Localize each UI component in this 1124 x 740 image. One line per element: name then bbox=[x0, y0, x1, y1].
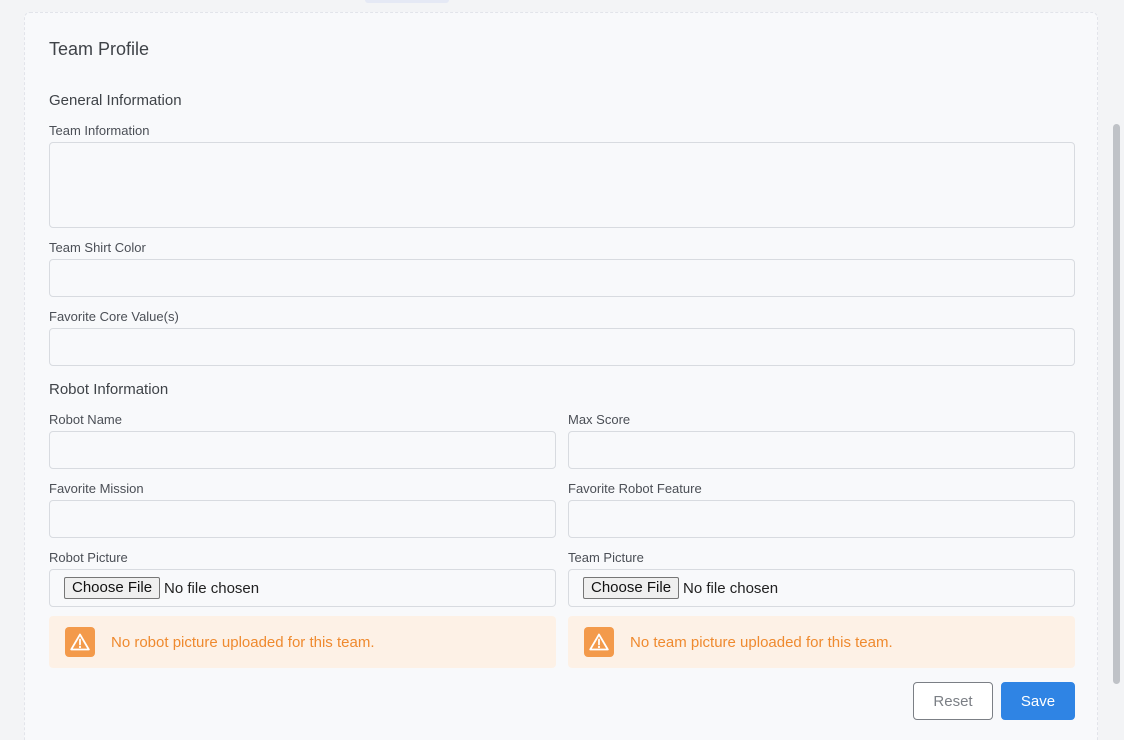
robot-name-label: Robot Name bbox=[49, 412, 122, 427]
warning-triangle-icon bbox=[65, 627, 95, 657]
favorite-robot-feature-input[interactable] bbox=[568, 500, 1075, 538]
favorite-mission-label: Favorite Mission bbox=[49, 481, 144, 496]
team-picture-file-input[interactable]: Choose File No file chosen bbox=[568, 569, 1075, 607]
top-tab-indicator bbox=[365, 0, 449, 3]
save-button[interactable]: Save bbox=[1001, 682, 1075, 720]
robot-picture-choose-file-button[interactable]: Choose File bbox=[64, 577, 161, 599]
page: Team Profile General Information Team In… bbox=[0, 0, 1124, 740]
team-picture-warning: No team picture uploaded for this team. bbox=[568, 616, 1075, 668]
team-picture-file-status: No file chosen bbox=[683, 579, 779, 597]
favorite-core-values-label: Favorite Core Value(s) bbox=[49, 309, 179, 324]
warning-triangle-icon bbox=[584, 627, 614, 657]
robot-picture-file-input[interactable]: Choose File No file chosen bbox=[49, 569, 556, 607]
robot-picture-label: Robot Picture bbox=[49, 550, 128, 565]
robot-picture-warning-text: No robot picture uploaded for this team. bbox=[111, 633, 375, 651]
team-picture-warning-text: No team picture uploaded for this team. bbox=[630, 633, 893, 651]
scrollbar[interactable] bbox=[1109, 0, 1124, 740]
team-picture-label: Team Picture bbox=[568, 550, 644, 565]
max-score-input[interactable] bbox=[568, 431, 1075, 469]
robot-picture-file-status: No file chosen bbox=[164, 579, 260, 597]
favorite-core-values-input[interactable] bbox=[49, 328, 1075, 366]
favorite-mission-input[interactable] bbox=[49, 500, 556, 538]
robot-information-heading: Robot Information bbox=[49, 381, 169, 398]
team-information-textarea[interactable] bbox=[49, 142, 1075, 228]
team-shirt-color-label: Team Shirt Color bbox=[49, 240, 146, 255]
robot-name-input[interactable] bbox=[49, 431, 556, 469]
robot-picture-warning: No robot picture uploaded for this team. bbox=[49, 616, 556, 668]
team-information-label: Team Information bbox=[49, 123, 150, 138]
team-profile-card: Team Profile General Information Team In… bbox=[24, 12, 1098, 740]
team-picture-choose-file-button[interactable]: Choose File bbox=[583, 577, 680, 599]
favorite-robot-feature-label: Favorite Robot Feature bbox=[568, 481, 702, 496]
general-information-heading: General Information bbox=[49, 92, 182, 109]
scrollbar-thumb[interactable] bbox=[1113, 124, 1120, 684]
card-title: Team Profile bbox=[49, 39, 150, 59]
reset-button[interactable]: Reset bbox=[913, 682, 993, 720]
max-score-label: Max Score bbox=[568, 412, 631, 427]
team-shirt-color-input[interactable] bbox=[49, 259, 1075, 297]
